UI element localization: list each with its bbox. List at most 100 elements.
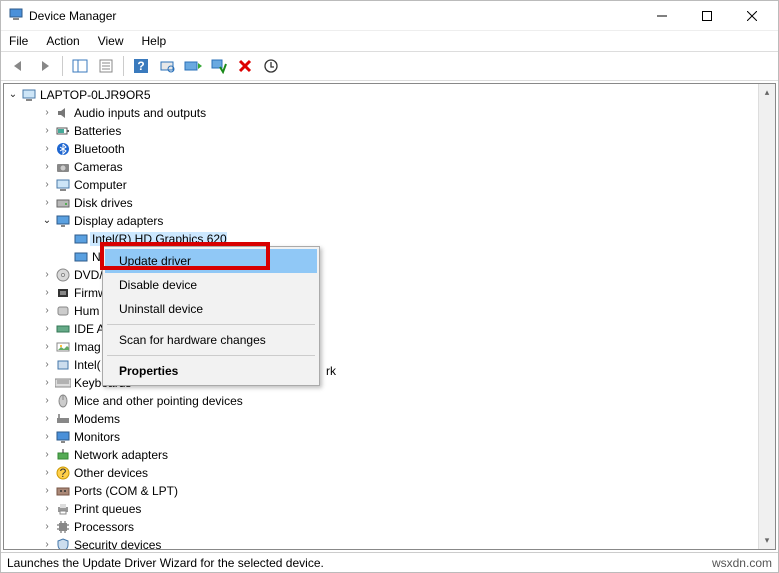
tree-item[interactable]: ⌄ Display adapters xyxy=(4,212,758,230)
maximize-button[interactable] xyxy=(684,2,729,30)
disable-device-button[interactable] xyxy=(259,54,283,78)
tree-item-label: Audio inputs and outputs xyxy=(72,106,206,120)
tree-item[interactable]: ›Print queues xyxy=(4,500,758,518)
minimize-button[interactable] xyxy=(639,2,684,30)
tree-item[interactable]: › Processors xyxy=(4,518,758,536)
tree-item[interactable]: › Mice and other pointing devices xyxy=(4,392,758,410)
context-menu-scan-hardware[interactable]: Scan for hardware changes xyxy=(105,328,317,352)
device-icon xyxy=(72,249,90,265)
tree-item-label: Mice and other pointing devices xyxy=(72,394,243,408)
scroll-up-icon[interactable]: ▴ xyxy=(759,84,775,101)
device-icon xyxy=(54,447,72,463)
context-menu-uninstall-device[interactable]: Uninstall device xyxy=(105,297,317,321)
show-hide-tree-button[interactable] xyxy=(68,54,92,78)
properties-button[interactable] xyxy=(94,54,118,78)
menu-view[interactable]: View xyxy=(98,34,124,48)
computer-icon xyxy=(20,87,38,103)
chevron-right-icon[interactable]: › xyxy=(40,144,54,154)
tree-item-label: Modems xyxy=(72,412,120,426)
app-icon xyxy=(9,7,23,24)
menu-file[interactable]: File xyxy=(9,34,28,48)
chevron-right-icon[interactable]: › xyxy=(40,270,54,280)
tree-item-label: Display adapters xyxy=(72,214,163,228)
device-icon xyxy=(54,123,72,139)
chevron-right-icon[interactable]: › xyxy=(40,522,54,532)
scan-hardware-button[interactable] xyxy=(155,54,179,78)
enable-device-button[interactable] xyxy=(207,54,231,78)
device-icon xyxy=(54,501,72,517)
chevron-right-icon[interactable]: › xyxy=(40,504,54,514)
tree-item-label: Intel(R) HD Graphics 620 xyxy=(90,232,227,246)
context-menu-disable-device[interactable]: Disable device xyxy=(105,273,317,297)
vertical-scrollbar[interactable]: ▴ ▾ xyxy=(758,84,775,549)
tree-item-label: Batteries xyxy=(72,124,121,138)
device-icon xyxy=(54,537,72,549)
tree-item[interactable]: › Batteries xyxy=(4,122,758,140)
tree-item-label: Bluetooth xyxy=(72,142,125,156)
uninstall-device-button[interactable] xyxy=(233,54,257,78)
chevron-down-icon[interactable]: ⌄ xyxy=(40,216,54,226)
chevron-right-icon[interactable]: › xyxy=(40,198,54,208)
device-icon xyxy=(54,357,72,373)
device-icon xyxy=(54,267,72,283)
device-icon xyxy=(54,285,72,301)
close-button[interactable] xyxy=(729,2,774,30)
chevron-right-icon[interactable]: › xyxy=(40,414,54,424)
menu-help[interactable]: Help xyxy=(142,34,167,48)
tree-item[interactable]: › Audio inputs and outputs xyxy=(4,104,758,122)
update-driver-button[interactable] xyxy=(181,54,205,78)
chevron-right-icon[interactable]: › xyxy=(40,162,54,172)
chevron-right-icon[interactable]: › xyxy=(40,108,54,118)
chevron-down-icon[interactable]: ⌄ xyxy=(6,90,20,100)
chevron-right-icon[interactable]: › xyxy=(40,468,54,478)
device-icon xyxy=(54,393,72,409)
tree-item-label: Processors xyxy=(72,520,134,534)
tree-item[interactable]: › Monitors xyxy=(4,428,758,446)
device-icon xyxy=(54,159,72,175)
device-icon xyxy=(54,375,72,391)
tree-item-label: N xyxy=(90,250,101,264)
tree-item-label: Monitors xyxy=(72,430,120,444)
tree-item[interactable]: › Modems xyxy=(4,410,758,428)
svg-text:?: ? xyxy=(60,466,67,480)
chevron-right-icon[interactable]: › xyxy=(40,450,54,460)
tree-item[interactable]: ›? Other devices xyxy=(4,464,758,482)
tree-item[interactable]: › Bluetooth xyxy=(4,140,758,158)
forward-button[interactable] xyxy=(33,54,57,78)
tree-item[interactable]: ›Ports (COM & LPT) xyxy=(4,482,758,500)
context-menu-update-driver[interactable]: Update driver xyxy=(105,249,317,273)
scroll-down-icon[interactable]: ▾ xyxy=(759,532,775,549)
help-button[interactable]: ? xyxy=(129,54,153,78)
tree-root[interactable]: ⌄ LAPTOP-0LJR9OR5 xyxy=(4,86,758,104)
chevron-right-icon[interactable]: › xyxy=(40,360,54,370)
chevron-right-icon[interactable]: › xyxy=(40,306,54,316)
device-icon xyxy=(54,213,72,229)
back-button[interactable] xyxy=(7,54,31,78)
device-icon xyxy=(54,429,72,445)
chevron-right-icon[interactable]: › xyxy=(40,126,54,136)
chevron-right-icon[interactable]: › xyxy=(40,396,54,406)
device-icon xyxy=(54,483,72,499)
tree-item[interactable]: ›Disk drives xyxy=(4,194,758,212)
tree-item-label: Other devices xyxy=(72,466,148,480)
chevron-right-icon[interactable]: › xyxy=(40,540,54,549)
tree-item[interactable]: ›Cameras xyxy=(4,158,758,176)
device-icon: ? xyxy=(54,465,72,481)
chevron-right-icon[interactable]: › xyxy=(40,180,54,190)
chevron-right-icon[interactable]: › xyxy=(40,432,54,442)
chevron-right-icon[interactable]: › xyxy=(40,378,54,388)
chevron-right-icon[interactable]: › xyxy=(40,324,54,334)
context-menu-properties[interactable]: Properties xyxy=(105,359,317,383)
chevron-right-icon[interactable]: › xyxy=(40,288,54,298)
tree-item[interactable]: ›Computer xyxy=(4,176,758,194)
device-icon xyxy=(54,519,72,535)
device-icon xyxy=(54,195,72,211)
tree-item-label: DVD/ xyxy=(72,268,103,282)
tree-item[interactable]: ›Network adapters xyxy=(4,446,758,464)
chevron-right-icon[interactable]: › xyxy=(40,342,54,352)
tree-item[interactable]: ›Security devices xyxy=(4,536,758,549)
menu-action[interactable]: Action xyxy=(46,34,79,48)
tree-root-label: LAPTOP-0LJR9OR5 xyxy=(38,88,151,102)
status-text: Launches the Update Driver Wizard for th… xyxy=(7,556,324,570)
chevron-right-icon[interactable]: › xyxy=(40,486,54,496)
